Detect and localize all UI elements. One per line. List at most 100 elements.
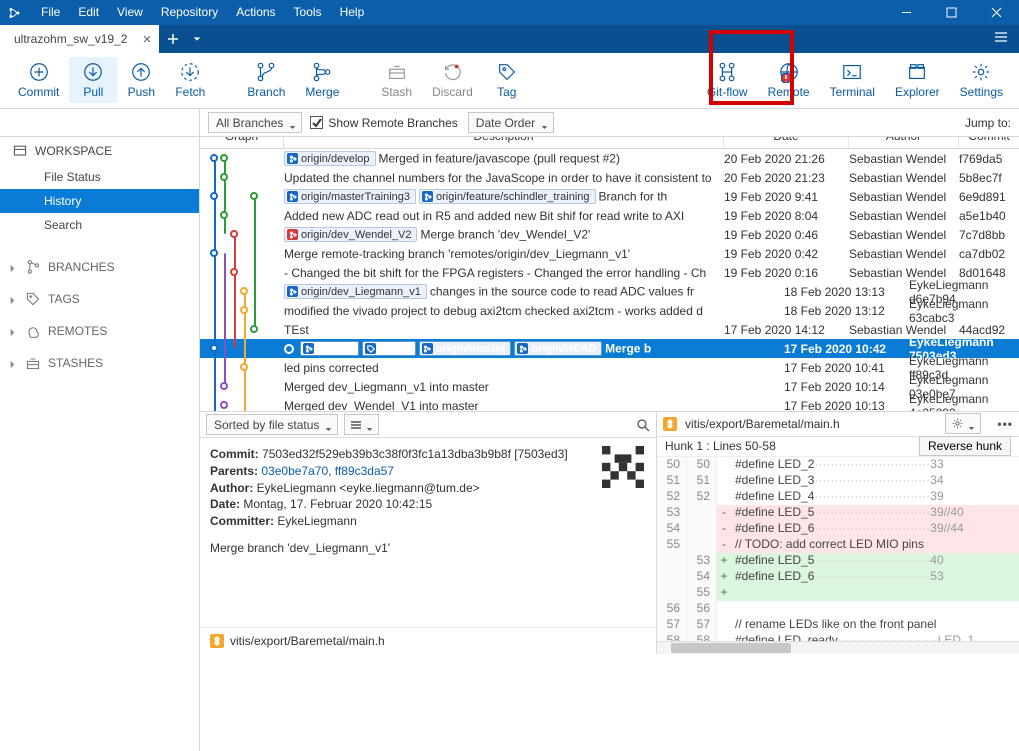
tag-button[interactable]: Tag bbox=[483, 57, 531, 103]
commit-row[interactable]: led pins corrected17 Feb 2020 10:41EykeL… bbox=[200, 358, 1019, 377]
commit-hash-short: 7503ed3 bbox=[518, 447, 565, 461]
hunk-header: Hunk 1 : Lines 50-58 Reverse hunk bbox=[657, 437, 1019, 457]
menu-actions[interactable]: Actions bbox=[227, 0, 284, 25]
branch-filter-label: All Branches bbox=[216, 116, 283, 130]
commit-row[interactable]: masterv0.1.0origin/masterorigin/HEADMerg… bbox=[200, 339, 1019, 358]
commit-row[interactable]: origin/developMerged in feature/javascop… bbox=[200, 149, 1019, 168]
commit-row[interactable]: origin/dev_Wendel_V2Merge branch 'dev_We… bbox=[200, 225, 1019, 244]
sidebar-stashes[interactable]: STASHES bbox=[0, 347, 199, 379]
branch-button[interactable]: Branch bbox=[237, 57, 295, 103]
diff-file-path: vitis/export/Baremetal/main.h bbox=[685, 417, 840, 431]
diff-line[interactable]: 54-#define LED_6························… bbox=[657, 521, 1019, 537]
branch-filter-combo[interactable]: All Branches bbox=[208, 112, 302, 133]
column-headers: Graph Description Date Author Commit bbox=[200, 137, 1019, 149]
sidebar-item-history[interactable]: History bbox=[0, 189, 199, 213]
commit-row[interactable]: Updated the channel numbers for the Java… bbox=[200, 168, 1019, 187]
git-flow-label: Git-flow bbox=[707, 85, 748, 99]
menu-repository[interactable]: Repository bbox=[152, 0, 227, 25]
reverse-hunk-button[interactable]: Reverse hunk bbox=[919, 436, 1011, 456]
menu-file[interactable]: File bbox=[32, 0, 69, 25]
commit-row[interactable]: TEst17 Feb 2020 14:12Sebastian Wendel44a… bbox=[200, 320, 1019, 339]
file-sort-label: Sorted by file status bbox=[214, 418, 319, 432]
diff-line[interactable]: 5050#define LED_2·······················… bbox=[657, 457, 1019, 473]
discard-label: Discard bbox=[432, 85, 473, 99]
file-view-combo[interactable] bbox=[344, 414, 379, 435]
sidebar-item-file-status[interactable]: File Status bbox=[0, 165, 199, 189]
sidebar-remotes[interactable]: REMOTES bbox=[0, 315, 199, 347]
commit-row[interactable]: Merged dev_Wendel_V1 into master17 Feb 2… bbox=[200, 396, 1019, 411]
diff-body[interactable]: 5050#define LED_2·······················… bbox=[657, 457, 1019, 641]
list-icon bbox=[350, 420, 362, 430]
order-combo[interactable]: Date Order bbox=[468, 112, 554, 133]
stash-button[interactable]: Stash bbox=[371, 57, 422, 103]
commit-row[interactable]: modified the vivado project to debug axi… bbox=[200, 301, 1019, 320]
sidebar-workspace-label: WORKSPACE bbox=[35, 144, 112, 158]
show-remote-checkbox[interactable]: Show Remote Branches bbox=[310, 116, 457, 130]
pull-button[interactable]: Pull bbox=[69, 57, 117, 103]
parent2-link[interactable]: ff89c3da57 bbox=[335, 464, 394, 478]
minimize-button[interactable] bbox=[884, 0, 929, 25]
file-search-icon[interactable] bbox=[636, 418, 650, 432]
show-remote-label: Show Remote Branches bbox=[328, 116, 457, 130]
diff-line[interactable]: 5656 bbox=[657, 601, 1019, 617]
diff-line[interactable]: 55+ bbox=[657, 585, 1019, 601]
diff-line[interactable]: 5252#define LED_4·······················… bbox=[657, 489, 1019, 505]
tag-label: Tag bbox=[497, 85, 516, 99]
terminal-button[interactable]: Terminal bbox=[820, 57, 885, 103]
merge-button[interactable]: Merge bbox=[295, 57, 349, 103]
close-tab-icon[interactable]: × bbox=[143, 31, 152, 48]
sidebar-workspace-head[interactable]: WORKSPACE bbox=[0, 137, 199, 165]
commit-row[interactable]: - Changed the bit shift for the FPGA reg… bbox=[200, 263, 1019, 282]
explorer-button[interactable]: Explorer bbox=[885, 57, 950, 103]
col-description[interactable]: Description bbox=[284, 137, 724, 148]
sidebar-item-search[interactable]: Search bbox=[0, 213, 199, 237]
commit-list[interactable]: origin/developMerged in feature/javascop… bbox=[200, 149, 1019, 411]
commit-row[interactable]: Merged dev_Liegmann_v1 into master17 Feb… bbox=[200, 377, 1019, 396]
new-tab-button[interactable] bbox=[159, 25, 187, 53]
diff-line[interactable]: 55-// TODO: add correct LED MIO pins bbox=[657, 537, 1019, 553]
commit-row[interactable]: origin/masterTraining3origin/feature/sch… bbox=[200, 187, 1019, 206]
diff-line[interactable]: 53+#define LED_5························… bbox=[657, 553, 1019, 569]
commit-label: Commit bbox=[18, 85, 59, 99]
remote-button[interactable]: Remote bbox=[758, 57, 820, 103]
commit-row[interactable]: Added new ADC read out in R5 and added n… bbox=[200, 206, 1019, 225]
diff-more-icon[interactable]: ••• bbox=[997, 417, 1013, 431]
repo-tab[interactable]: ultrazohm_sw_v19_2 × bbox=[0, 25, 159, 53]
col-author[interactable]: Author bbox=[849, 137, 959, 148]
jump-to-label[interactable]: Jump to: bbox=[965, 116, 1011, 130]
git-flow-button[interactable]: Git-flow bbox=[697, 57, 758, 103]
branch-label: Branch bbox=[247, 85, 285, 99]
commit-button[interactable]: Commit bbox=[8, 57, 69, 103]
settings-label: Settings bbox=[960, 85, 1003, 99]
menu-view[interactable]: View bbox=[108, 0, 152, 25]
hamburger-icon[interactable] bbox=[993, 29, 1009, 48]
sidebar-branches[interactable]: BRANCHES bbox=[0, 251, 199, 283]
maximize-button[interactable] bbox=[929, 0, 974, 25]
parent1-link[interactable]: 03e0be7a70 bbox=[261, 464, 328, 478]
diff-line[interactable]: 53-#define LED_5························… bbox=[657, 505, 1019, 521]
diff-line[interactable]: 5757// rename LEDs like on the front pan… bbox=[657, 617, 1019, 633]
diff-line[interactable]: 5858#define LED_ready···················… bbox=[657, 633, 1019, 641]
sidebar-branches-label: BRANCHES bbox=[48, 260, 115, 274]
changed-file-row[interactable]: vitis/export/Baremetal/main.h bbox=[200, 627, 656, 654]
close-button[interactable] bbox=[974, 0, 1019, 25]
col-date[interactable]: Date bbox=[724, 137, 849, 148]
sidebar-tags[interactable]: TAGS bbox=[0, 283, 199, 315]
file-sort-combo[interactable]: Sorted by file status bbox=[206, 414, 338, 435]
menu-edit[interactable]: Edit bbox=[69, 0, 108, 25]
diff-line[interactable]: 5151#define LED_3·······················… bbox=[657, 473, 1019, 489]
diff-line[interactable]: 54+#define LED_6························… bbox=[657, 569, 1019, 585]
menu-tools[interactable]: Tools bbox=[285, 0, 331, 25]
diff-scrollbar[interactable] bbox=[657, 641, 1019, 654]
diff-settings-button[interactable] bbox=[945, 413, 981, 434]
push-button[interactable]: Push bbox=[117, 57, 165, 103]
commit-row[interactable]: origin/dev_Liegmann_v1changes in the sou… bbox=[200, 282, 1019, 301]
discard-button[interactable]: Discard bbox=[422, 57, 483, 103]
menu-help[interactable]: Help bbox=[331, 0, 374, 25]
col-commit[interactable]: Commit bbox=[959, 137, 1019, 148]
commit-row[interactable]: Merge remote-tracking branch 'remotes/or… bbox=[200, 244, 1019, 263]
fetch-button[interactable]: Fetch bbox=[165, 57, 215, 103]
settings-button[interactable]: Settings bbox=[950, 57, 1013, 103]
tab-dropdown-icon[interactable] bbox=[187, 25, 207, 53]
col-graph[interactable]: Graph bbox=[200, 137, 284, 148]
